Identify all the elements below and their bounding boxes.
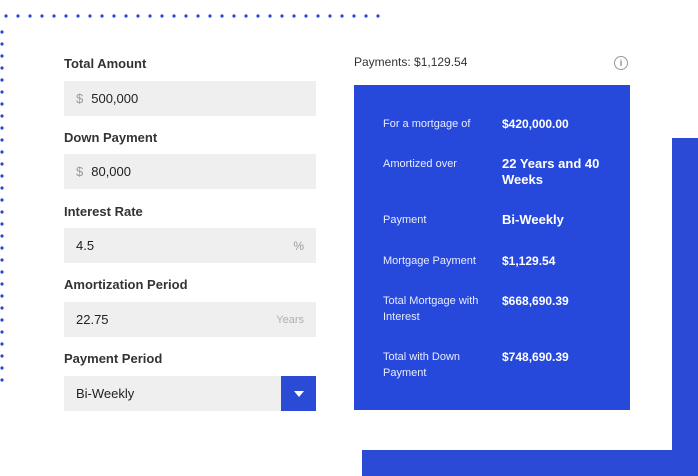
decorative-blue-bar-right	[672, 138, 698, 476]
chevron-down-icon	[293, 390, 304, 397]
dropdown-button[interactable]	[281, 376, 316, 411]
payments-title: Payments: $1,129.54	[354, 55, 468, 69]
decorative-dots-left	[0, 26, 4, 386]
result-key: Payment	[383, 214, 427, 226]
years-suffix: Years	[276, 313, 304, 326]
result-value: $420,000.00	[502, 117, 569, 131]
result-value: Bi-Weekly	[502, 212, 564, 227]
result-value: $668,690.39	[502, 294, 569, 308]
amortization-period-field[interactable]: 22.75 Years	[64, 302, 316, 337]
result-value: $748,690.39	[502, 350, 569, 364]
down-payment-field[interactable]: $ 80,000	[64, 154, 316, 189]
total-amount-label: Total Amount	[64, 56, 147, 71]
result-value: $1,129.54	[502, 254, 556, 268]
payment-period-label: Payment Period	[64, 351, 163, 366]
payment-period-select[interactable]: Bi-Weekly	[64, 376, 316, 411]
down-payment-value[interactable]: 80,000	[91, 164, 304, 179]
result-key: Total with Down Payment	[383, 351, 461, 379]
interest-rate-field[interactable]: 4.5 %	[64, 228, 316, 263]
result-key: For a mortgage of	[383, 118, 471, 130]
result-key: Mortgage Payment	[383, 255, 476, 267]
dollar-prefix: $	[76, 164, 84, 179]
interest-rate-label: Interest Rate	[64, 204, 143, 219]
decorative-blue-bar-bottom	[362, 450, 698, 476]
interest-rate-value[interactable]: 4.5	[76, 238, 293, 253]
result-key: Total Mortgage with Interest	[383, 295, 479, 323]
info-icon[interactable]: i	[614, 56, 628, 70]
total-amount-field[interactable]: $ 500,000	[64, 81, 316, 116]
down-payment-label: Down Payment	[64, 130, 158, 145]
decorative-dots-top	[0, 14, 384, 18]
total-amount-value[interactable]: 500,000	[91, 91, 304, 106]
results-panel: For a mortgage of $420,000.00 Amortized …	[354, 85, 630, 410]
percent-suffix: %	[293, 238, 304, 253]
result-key: Amortized over	[383, 158, 457, 170]
payment-period-value[interactable]: Bi-Weekly	[76, 386, 281, 401]
dollar-prefix: $	[76, 91, 84, 106]
amortization-period-value[interactable]: 22.75	[76, 312, 276, 327]
result-value: 22 Years and 40 Weeks	[502, 156, 600, 187]
amortization-period-label: Amortization Period	[64, 277, 188, 292]
